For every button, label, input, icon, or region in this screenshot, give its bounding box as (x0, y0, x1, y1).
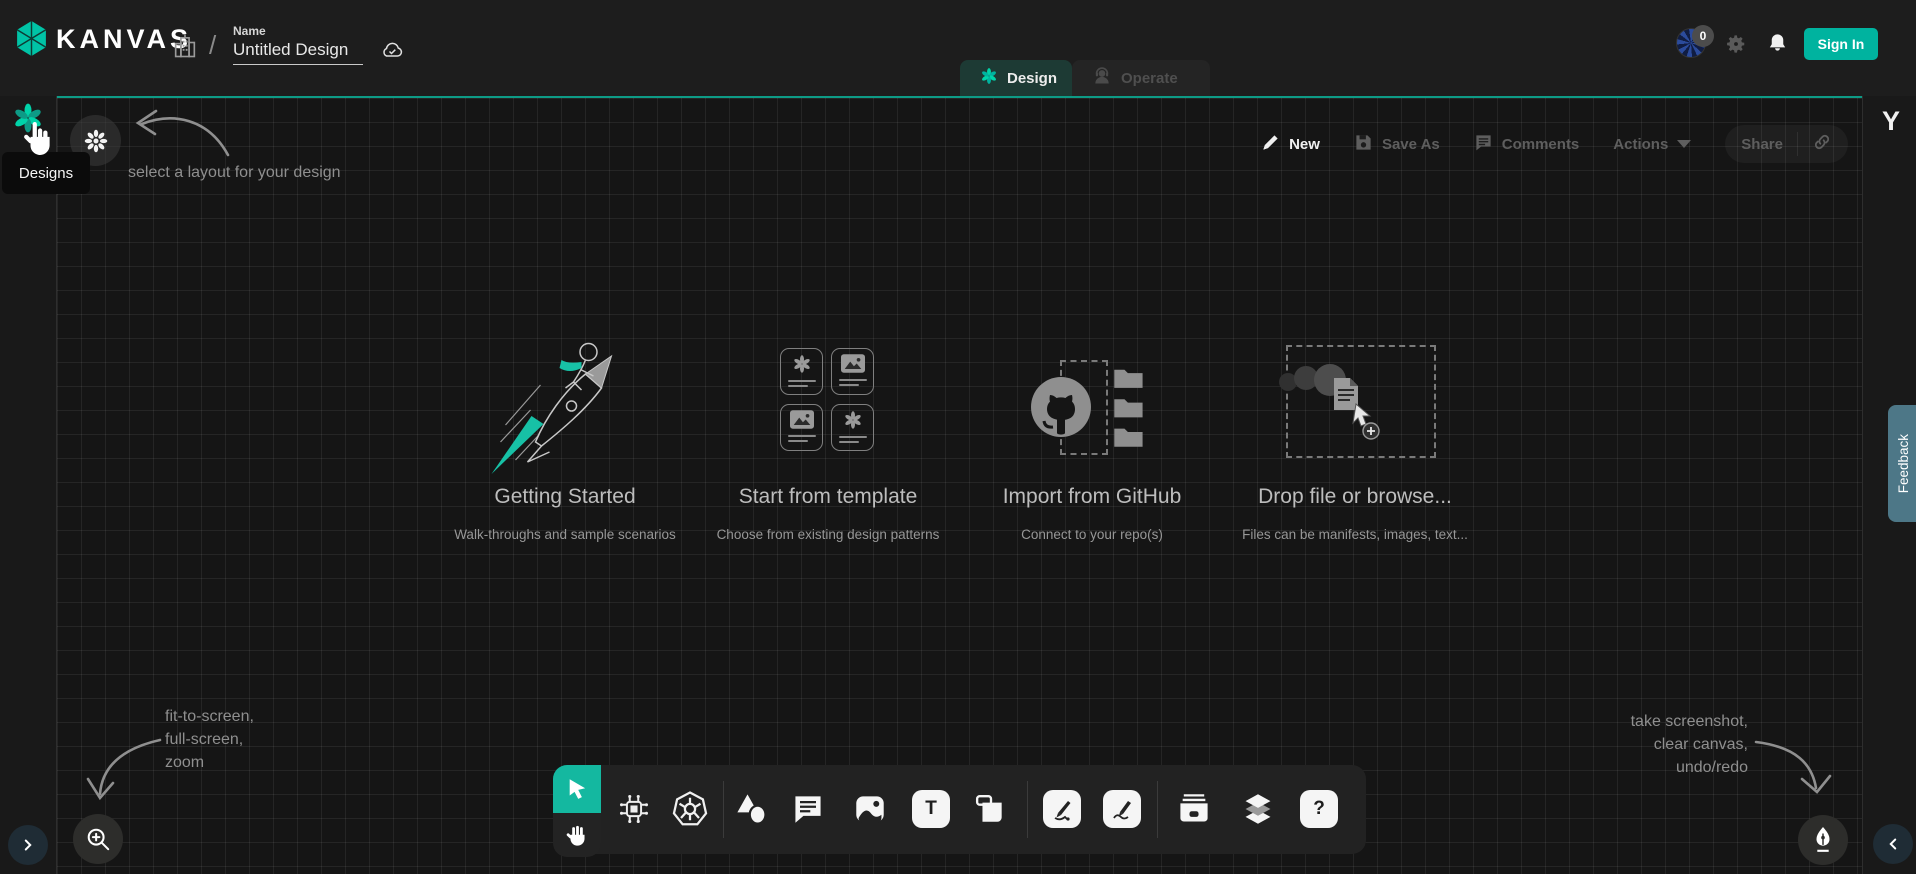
toolbar-divider (1027, 781, 1028, 838)
design-tab-icon (980, 67, 998, 89)
component-tool[interactable] (612, 787, 656, 831)
drop-file-title[interactable]: Drop file or browse... (1258, 485, 1452, 509)
github-icon[interactable] (1029, 375, 1093, 444)
getting-started-illustration[interactable] (483, 330, 648, 485)
yaml-panel-icon[interactable]: Y (1882, 106, 1900, 137)
design-name-input[interactable] (233, 40, 363, 65)
expand-left-panel-button[interactable] (8, 825, 48, 865)
operate-tab-icon (1092, 66, 1112, 90)
new-label: New (1289, 136, 1320, 153)
toolbar-divider (723, 781, 724, 838)
template-thumb-design[interactable] (780, 348, 823, 395)
design-name-label: Name (233, 24, 266, 38)
getting-started-title[interactable]: Getting Started (494, 485, 635, 509)
comments-label: Comments (1502, 136, 1580, 153)
share-button[interactable]: Share (1725, 125, 1848, 163)
cloud-save-status-icon (380, 40, 404, 65)
bottom-left-hint: fit-to-screen, full-screen, zoom (165, 705, 254, 774)
note-tool[interactable] (969, 787, 1013, 831)
tab-design-label: Design (1007, 70, 1057, 87)
actions-label: Actions (1613, 136, 1668, 153)
toolbar-divider (1157, 781, 1158, 838)
text-tool-glyph: T (912, 790, 950, 828)
start-from-template-title[interactable]: Start from template (739, 485, 918, 509)
pan-tool[interactable] (553, 813, 601, 857)
drop-file-subtitle: Files can be manifests, images, text... (1242, 527, 1468, 542)
start-from-template-subtitle: Choose from existing design patterns (717, 527, 940, 542)
drawer-tool[interactable] (1172, 787, 1216, 831)
save-as-button[interactable]: Save As (1354, 133, 1440, 156)
feedback-label: Feedback (1896, 434, 1911, 493)
kubernetes-tool[interactable] (668, 787, 712, 831)
select-tool[interactable] (553, 765, 601, 813)
notifications-bell-icon[interactable] (1766, 31, 1789, 60)
left-rail (0, 96, 57, 874)
template-thumb-design[interactable] (831, 404, 874, 451)
pencil-icon (1261, 133, 1280, 156)
chevron-down-icon (1677, 140, 1691, 148)
import-from-github-subtitle: Connect to your repo(s) (1021, 527, 1163, 542)
help-tool-glyph: ? (1300, 790, 1338, 828)
getting-started-subtitle: Walk-throughs and sample scenarios (454, 527, 676, 542)
sign-in-button[interactable]: Sign In (1804, 28, 1878, 60)
zoom-controls-button[interactable] (73, 814, 123, 864)
app-header: KANVAS / Name (0, 0, 1916, 96)
design-action-bar: New Save As Comments Actions Share (1261, 124, 1848, 164)
pencil-tool[interactable] (1100, 787, 1144, 831)
gear-icon[interactable] (1725, 33, 1747, 60)
help-tool[interactable]: ? (1297, 787, 1341, 831)
template-thumb-image[interactable] (780, 404, 823, 451)
image-tool[interactable] (848, 787, 892, 831)
tab-design[interactable]: Design (960, 60, 1072, 96)
layout-hint-text: select a layout for your design (128, 161, 341, 184)
repo-folder-icons (1113, 363, 1145, 454)
text-tool[interactable]: T (909, 787, 953, 831)
organization-icon[interactable] (172, 32, 198, 65)
design-canvas[interactable] (57, 96, 1862, 874)
collapse-right-panel-button[interactable] (1873, 824, 1913, 864)
drop-file-illustration (1276, 362, 1386, 457)
layers-tool[interactable] (1236, 787, 1280, 831)
save-as-label: Save As (1382, 136, 1440, 153)
breadcrumb-separator: / (209, 30, 216, 61)
comments-button[interactable]: Comments (1474, 133, 1580, 156)
kanvas-logo-icon[interactable] (15, 20, 48, 62)
tab-operate-label: Operate (1121, 70, 1178, 87)
save-icon (1354, 133, 1373, 156)
import-from-github-title[interactable]: Import from GitHub (1003, 485, 1182, 509)
tab-operate[interactable]: Operate (1072, 60, 1210, 96)
shapes-tool[interactable] (730, 787, 774, 831)
hand-cursor-icon (22, 117, 56, 166)
comment-tool[interactable] (786, 787, 830, 831)
actions-dropdown[interactable]: Actions (1613, 136, 1691, 153)
share-divider (1797, 132, 1798, 156)
canvas-actions-button[interactable] (1798, 815, 1848, 865)
feedback-tab[interactable]: Feedback (1888, 405, 1916, 522)
bottom-right-hint: take screenshot, clear canvas, undo/redo (1598, 710, 1748, 779)
share-label: Share (1741, 136, 1783, 153)
comments-icon (1474, 133, 1493, 156)
new-button[interactable]: New (1261, 133, 1320, 156)
template-thumb-image[interactable] (831, 348, 874, 395)
pen-tool[interactable] (1040, 787, 1084, 831)
link-icon (1812, 132, 1832, 157)
notification-badge: 0 (1692, 25, 1714, 47)
